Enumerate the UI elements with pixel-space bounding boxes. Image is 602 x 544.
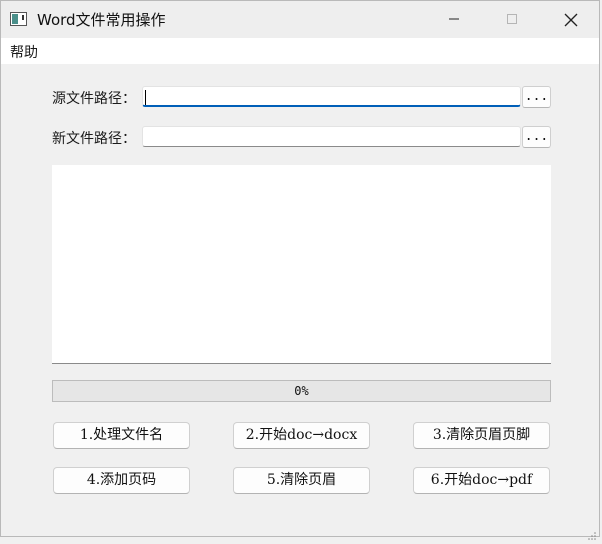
main-window: Word文件常用操作 帮助 源文件路径： ... 新文件路径： ... 0% 1… <box>0 0 600 540</box>
menu-help[interactable]: 帮助 <box>10 42 38 62</box>
app-icon <box>10 11 27 26</box>
log-output-area[interactable] <box>52 165 551 364</box>
process-filename-button[interactable]: 1.处理文件名 <box>53 422 190 449</box>
target-path-input[interactable] <box>142 126 521 147</box>
doc-to-docx-button[interactable]: 2.开始doc→docx <box>233 422 370 449</box>
clear-header-footer-button[interactable]: 3.清除页眉页脚 <box>413 422 550 449</box>
source-browse-button[interactable]: ... <box>522 86 551 108</box>
title-bar[interactable]: Word文件常用操作 <box>1 1 599 38</box>
source-path-label: 源文件路径： <box>52 91 136 107</box>
window-title: Word文件常用操作 <box>37 11 166 29</box>
progress-bar: 0% <box>52 380 551 402</box>
menu-bar: 帮助 <box>1 38 599 64</box>
minimize-icon <box>449 18 459 20</box>
resize-grip-icon[interactable] <box>588 525 596 540</box>
doc-to-pdf-button[interactable]: 6.开始doc→pdf <box>413 467 550 494</box>
close-button[interactable] <box>542 1 600 38</box>
text-caret <box>145 90 146 105</box>
add-page-number-button[interactable]: 4.添加页码 <box>53 467 190 494</box>
progress-text: 0% <box>294 384 309 398</box>
close-icon <box>564 13 578 27</box>
clear-header-button[interactable]: 5.清除页眉 <box>233 467 370 494</box>
maximize-icon <box>507 14 517 24</box>
minimize-button[interactable] <box>426 1 484 38</box>
target-path-label: 新文件路径： <box>52 131 136 147</box>
target-browse-button[interactable]: ... <box>522 126 551 148</box>
maximize-button[interactable] <box>484 1 542 38</box>
source-path-input[interactable] <box>142 86 521 107</box>
